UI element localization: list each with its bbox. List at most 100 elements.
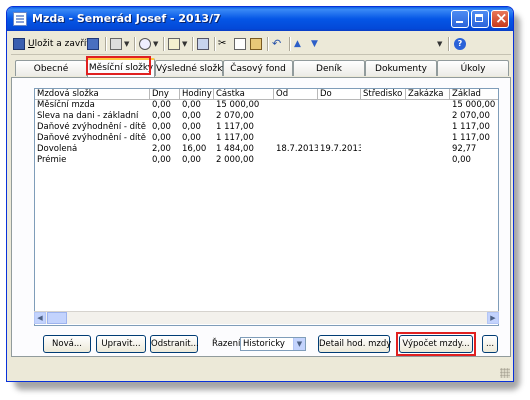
main-window: Mzda - Semerád Josef - 2013/7 Uložit a z…	[6, 6, 514, 382]
col-header[interactable]: Dny	[150, 89, 180, 100]
delete-button[interactable]: Odstranit...	[150, 335, 199, 353]
col-header[interactable]: Mzdová složka	[35, 89, 150, 100]
send-dropdown-icon[interactable]: ▼	[182, 40, 187, 48]
tab-casovy-fond[interactable]: Časový fond	[223, 60, 293, 76]
scroll-thumb[interactable]	[47, 312, 67, 324]
preview-dropdown-icon[interactable]: ▼	[153, 40, 158, 48]
table-cell	[274, 111, 318, 122]
table-row[interactable]: Sleva na dani - základní 0,00 0,00 2 070,00…	[35, 111, 498, 122]
copy-button[interactable]	[234, 36, 246, 52]
table-cell	[274, 100, 318, 111]
chevron-down-icon[interactable]: ▼	[293, 338, 305, 350]
table-cell	[406, 111, 450, 122]
table-cell: 0,00	[182, 155, 201, 165]
delete-button-label: Odstranit...	[151, 339, 199, 349]
table-cell: Prémie	[37, 155, 67, 165]
table-cell	[274, 155, 318, 166]
app-icon	[13, 12, 27, 26]
tab-label: Časový fond	[230, 64, 286, 74]
new-button-label: Nová...	[52, 339, 82, 349]
help-icon: ?	[454, 38, 466, 50]
toolbar-options-dropdown[interactable]: ▼	[435, 36, 442, 52]
attachment-icon	[197, 38, 209, 50]
horizontal-scrollbar[interactable]: ◀ ▶	[34, 311, 499, 324]
tab-panel: Mzdová složka Dny Hodiny Částka Od Do St…	[11, 77, 511, 357]
table-cell	[318, 155, 361, 166]
scroll-left-icon[interactable]: ◀	[34, 312, 46, 324]
table-cell	[406, 144, 450, 155]
salary-components-grid[interactable]: Mzdová složka Dny Hodiny Částka Od Do St…	[34, 88, 499, 326]
minimize-button[interactable]	[451, 10, 469, 28]
detail-button-label: Detail hod. mzdy	[319, 339, 392, 349]
paste-button[interactable]	[250, 36, 262, 52]
table-cell	[318, 122, 361, 133]
sort-select[interactable]: Historicky ▼	[240, 337, 306, 351]
tab-vysledne-slozky[interactable]: Výsledné složky	[155, 60, 227, 76]
col-header[interactable]: Do	[318, 89, 361, 100]
help-button[interactable]: ?	[454, 36, 466, 52]
col-header[interactable]: Zakázka	[406, 89, 450, 100]
previous-button[interactable]: ▲	[294, 36, 306, 52]
resize-grip-icon[interactable]	[500, 368, 510, 378]
tab-label: Měsíční složky	[88, 63, 154, 73]
window-title: Mzda - Semerád Josef - 2013/7	[32, 12, 221, 25]
col-header[interactable]: Částka	[214, 89, 274, 100]
col-header[interactable]: Od	[274, 89, 318, 100]
table-cell: 2 070,00	[216, 111, 254, 121]
floppy-icon	[87, 38, 99, 50]
table-cell: 92,77	[452, 144, 477, 154]
edit-button-label: Upravit...	[101, 339, 141, 349]
col-header[interactable]: Hodiny	[180, 89, 214, 100]
table-cell: 1 117,00	[216, 133, 254, 143]
preview-button[interactable]: ▼	[139, 36, 158, 52]
table-row[interactable]: Prémie 0,00 0,00 2 000,00 0,00	[35, 155, 498, 166]
save-icon	[13, 38, 25, 50]
undo-button[interactable]: ↶	[272, 36, 284, 52]
table-cell	[406, 122, 450, 133]
next-button[interactable]: ▼	[311, 36, 323, 52]
save-close-label: Uložit a zavřít	[28, 39, 90, 49]
save-close-button[interactable]: Uložit a zavřít	[13, 36, 90, 52]
save-as-button[interactable]	[87, 36, 99, 52]
tab-denik[interactable]: Deník	[293, 60, 365, 76]
table-cell: Dovolená	[37, 144, 78, 154]
more-button[interactable]: ...	[482, 335, 498, 353]
table-row[interactable]: Daňové zvýhodnění - dítě 0,00 0,00 1 117,00…	[35, 133, 498, 144]
table-cell: 19.7.2013	[320, 144, 361, 154]
cut-button[interactable]: ✂	[218, 36, 230, 52]
table-cell: 0,00	[152, 155, 171, 165]
new-button[interactable]: Nová...	[43, 335, 91, 353]
col-header[interactable]: Základ	[450, 89, 498, 100]
close-button[interactable]	[491, 9, 509, 28]
print-button[interactable]: ▼	[110, 36, 129, 52]
tab-mesicni-slozky[interactable]: Měsíční složky	[87, 58, 155, 77]
scroll-right-icon[interactable]: ▶	[487, 312, 499, 324]
send-button[interactable]: ▼	[168, 36, 187, 52]
col-header[interactable]: Středisko	[361, 89, 406, 100]
maximize-button[interactable]	[471, 10, 489, 28]
table-cell: Sleva na dani - základní	[37, 111, 139, 121]
tab-dokumenty[interactable]: Dokumenty	[365, 60, 437, 76]
more-button-label: ...	[485, 339, 495, 349]
table-row[interactable]: Dovolená 2,00 16,00 1 484,00 18.7.2013 19.7.2…	[35, 144, 498, 155]
print-dropdown-icon[interactable]: ▼	[124, 40, 129, 48]
edit-button[interactable]: Upravit...	[96, 335, 146, 353]
tab-ukoly[interactable]: Úkoly	[437, 60, 509, 76]
grid-header: Mzdová složka Dny Hodiny Částka Od Do St…	[35, 89, 498, 100]
table-cell: 2 070,00	[452, 111, 490, 121]
detail-hourly-wage-button[interactable]: Detail hod. mzdy	[318, 335, 392, 353]
table-row[interactable]: Měsíční mzda 0,00 0,00 15 000,00 15 000,00	[35, 100, 498, 111]
table-cell: 18.7.2013	[276, 144, 318, 154]
tab-obecne[interactable]: Obecné	[15, 60, 87, 76]
attach-button[interactable]	[197, 36, 209, 52]
title-bar[interactable]: Mzda - Semerád Josef - 2013/7	[7, 7, 513, 31]
copy-icon	[234, 38, 246, 50]
table-cell	[318, 133, 361, 144]
tab-label: Dokumenty	[375, 64, 427, 74]
table-cell: 1 117,00	[452, 133, 490, 143]
calculate-wage-button[interactable]: Výpočet mzdy...	[399, 335, 473, 353]
table-cell	[318, 111, 361, 122]
tab-strip: Obecné Měsíční složky Výsledné složky Ča…	[11, 55, 511, 77]
table-cell: 0,00	[152, 100, 171, 110]
table-row[interactable]: Daňové zvýhodnění - dítě 0,00 0,00 1 117,00…	[35, 122, 498, 133]
